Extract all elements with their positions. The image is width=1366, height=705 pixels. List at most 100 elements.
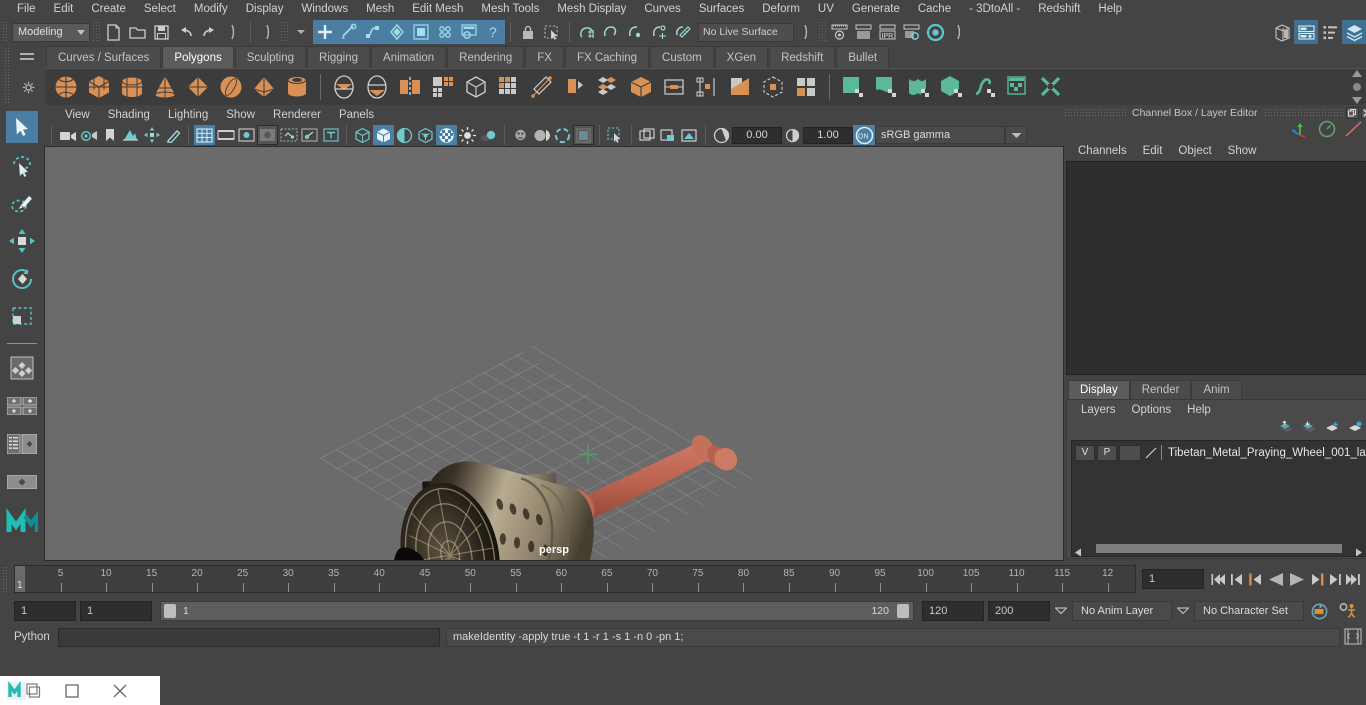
shelf-grip[interactable]	[4, 47, 10, 103]
isolate-add-icon[interactable]	[658, 125, 679, 145]
layer-tab-anim[interactable]: Anim	[1191, 380, 1242, 399]
paint-selection-tool-button[interactable]	[6, 187, 38, 219]
exposure-icon[interactable]	[711, 125, 732, 145]
render-panel-arrow[interactable]	[947, 20, 971, 44]
uv-layout-icon[interactable]	[1035, 71, 1067, 103]
layer-visibility-toggle[interactable]: V	[1075, 444, 1095, 461]
highlight-selection-mode-icon[interactable]	[540, 20, 564, 44]
status-line-grip[interactable]	[2, 21, 9, 43]
playback-end-time-field[interactable]: 120	[922, 601, 984, 621]
hscroll-thumb[interactable]	[1096, 544, 1342, 553]
toggle-motion-blur-icon[interactable]	[531, 125, 552, 145]
poly-cone-icon[interactable]	[149, 71, 181, 103]
command-input[interactable]	[58, 627, 440, 647]
gamma-field[interactable]: 1.00	[803, 126, 853, 144]
isolate-remove-icon[interactable]	[679, 125, 700, 145]
extrude-icon[interactable]	[493, 71, 525, 103]
layer-row[interactable]: V P Tibetan_Metal_Praying_Wheel_001_la	[1072, 443, 1366, 462]
go-to-start-button[interactable]	[1210, 569, 1228, 589]
character-set-dropdown-arrow[interactable]	[1176, 601, 1190, 621]
rotate-tool-button[interactable]	[6, 263, 38, 295]
select-tool-button[interactable]	[6, 111, 38, 143]
menu-mesh[interactable]: Mesh	[357, 0, 403, 19]
channelbox-menu-show[interactable]: Show	[1220, 145, 1265, 157]
toggle-film-gate-icon[interactable]	[215, 125, 236, 145]
poly-sphere-icon[interactable]	[50, 71, 82, 103]
undo-button[interactable]	[173, 20, 197, 44]
menu-generate[interactable]: Generate	[843, 0, 909, 19]
animation-start-time-field[interactable]: 1	[14, 601, 76, 621]
toggle-tool-settings-icon[interactable]	[1318, 20, 1342, 44]
isolate-select-icon[interactable]	[637, 125, 658, 145]
poly-bridge-icon[interactable]	[625, 71, 657, 103]
dock-grip-right[interactable]	[1263, 108, 1344, 118]
ipr-render-icon[interactable]: IPR	[875, 20, 899, 44]
two-d-pan-zoom-icon[interactable]	[141, 125, 162, 145]
render-current-frame-icon[interactable]	[851, 20, 875, 44]
select-by-object-type-button[interactable]	[337, 20, 361, 44]
target-weld-icon[interactable]	[559, 71, 591, 103]
viewport-menu-lighting[interactable]: Lighting	[159, 109, 217, 121]
dock-grip-left[interactable]	[1064, 108, 1126, 118]
outliner-persp-layout-button[interactable]	[6, 428, 38, 460]
uv-unfold-icon[interactable]	[969, 71, 1001, 103]
layer-tab-display[interactable]: Display	[1068, 380, 1130, 399]
toggle-shadows-icon[interactable]	[478, 125, 499, 145]
snap-to-curve-icon[interactable]	[599, 20, 623, 44]
camera-attributes-icon[interactable]	[78, 125, 99, 145]
toolbar-grip-2[interactable]	[280, 21, 289, 43]
menu-deform[interactable]: Deform	[753, 0, 809, 19]
toggle-anti-aliasing-icon[interactable]	[552, 125, 573, 145]
command-language-label[interactable]: Python	[0, 631, 58, 643]
move-tool-button[interactable]	[6, 225, 38, 257]
persp-viewport[interactable]: persp	[44, 146, 1064, 561]
graph-curve-icon[interactable]	[1344, 120, 1364, 143]
poly-wedge-icon[interactable]	[691, 71, 723, 103]
step-forward-key-button[interactable]	[1326, 569, 1344, 589]
smooth-icon[interactable]	[427, 71, 459, 103]
step-back-frame-button[interactable]	[1246, 569, 1264, 589]
scroll-right-icon[interactable]	[1354, 544, 1364, 557]
menu-set-selector[interactable]: Modeling	[12, 22, 90, 42]
toggle-attribute-editor-icon[interactable]	[1294, 20, 1318, 44]
character-set-selector[interactable]: No Character Set	[1194, 601, 1304, 621]
select-miscellaneous-button[interactable]: ?	[481, 20, 505, 44]
shelf-tab-animation[interactable]: Animation	[371, 46, 447, 68]
animation-end-time-field[interactable]: 200	[988, 601, 1050, 621]
shelf-tab-curves-surfaces[interactable]: Curves / Surfaces	[46, 46, 162, 68]
toggle-channel-box-icon[interactable]	[1342, 20, 1366, 44]
toggle-ao-icon[interactable]	[510, 125, 531, 145]
toolbar-grip[interactable]	[92, 21, 101, 43]
menu-select[interactable]: Select	[135, 0, 185, 19]
speed-gauge-icon[interactable]	[1318, 120, 1336, 143]
selection-mode-arrow-2[interactable]	[256, 20, 280, 44]
snap-to-grid-icon[interactable]	[575, 20, 599, 44]
live-surface-arrow[interactable]	[794, 20, 818, 44]
live-surface-field[interactable]: No Live Surface	[698, 22, 794, 42]
menu-redshift[interactable]: Redshift	[1029, 0, 1089, 19]
shading-wireframe-icon[interactable]	[352, 125, 373, 145]
menu-file[interactable]: File	[8, 0, 45, 19]
single-view-layout-button[interactable]	[6, 352, 38, 384]
snap-to-view-planes-icon[interactable]	[671, 20, 695, 44]
shelf-tab-xgen[interactable]: XGen	[714, 46, 769, 68]
shelf-tab-redshift[interactable]: Redshift	[769, 46, 836, 68]
planar-mapping-icon[interactable]	[870, 71, 902, 103]
select-by-component-type-button[interactable]	[361, 20, 385, 44]
viewport-select-highlight-icon[interactable]	[605, 125, 626, 145]
select-by-surface-type-button[interactable]	[385, 20, 409, 44]
step-back-key-button[interactable]	[1228, 569, 1246, 589]
selection-mode-arrow-1[interactable]	[221, 20, 245, 44]
snap-to-projected-center-icon[interactable]	[647, 20, 671, 44]
poly-crease-icon[interactable]	[757, 71, 789, 103]
channelbox-menu-edit[interactable]: Edit	[1135, 145, 1171, 157]
shelf-tab-fx[interactable]: FX	[525, 46, 564, 68]
shelf-scroll-down-icon[interactable]	[1352, 97, 1362, 104]
move-layer-down-icon[interactable]	[1301, 420, 1317, 438]
toggle-xray-icon[interactable]	[278, 125, 299, 145]
anim-layer-selector[interactable]: No Anim Layer	[1072, 601, 1172, 621]
menu-mesh-display[interactable]: Mesh Display	[548, 0, 635, 19]
color-management-toggle-icon[interactable]: ON	[853, 125, 875, 145]
grease-pencil-icon[interactable]	[162, 125, 183, 145]
select-lattice-points-button[interactable]	[433, 20, 457, 44]
